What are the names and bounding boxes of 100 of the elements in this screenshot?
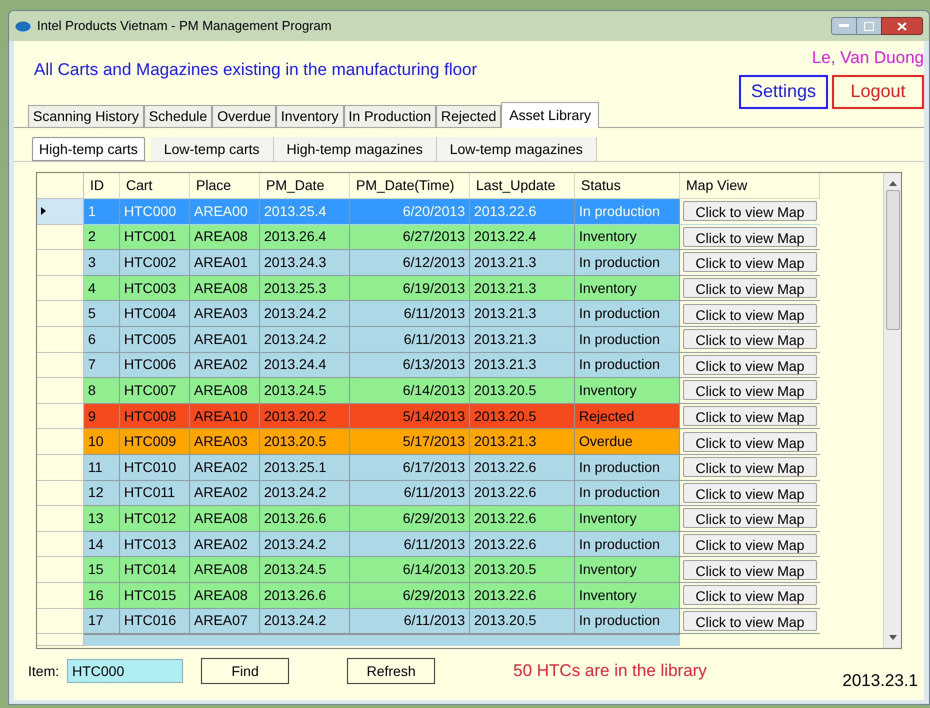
table-cell: In production: [575, 480, 680, 506]
row-header[interactable]: [37, 224, 84, 250]
tab[interactable]: Asset Library: [501, 102, 599, 128]
row-header[interactable]: [37, 506, 84, 532]
view-map-button[interactable]: Click to view Map: [683, 406, 817, 426]
table-cell: 2013.22.4: [470, 224, 575, 250]
table-cell: 2013.20.5: [470, 557, 575, 583]
view-map-button[interactable]: Click to view Map: [683, 201, 817, 222]
table-cell: HTC015: [120, 582, 190, 608]
row-header[interactable]: [37, 352, 84, 378]
view-map-button[interactable]: Click to view Map: [683, 534, 817, 554]
table-cell: HTC006: [120, 352, 190, 378]
view-map-button[interactable]: Click to view Map: [683, 560, 817, 580]
table-cell: 6/14/2013: [350, 378, 470, 404]
table-cell: 6/19/2013: [350, 276, 470, 302]
minimize-icon: [839, 24, 849, 28]
view-map-button[interactable]: Click to view Map: [683, 508, 817, 528]
view-map-button[interactable]: Click to view Map: [683, 354, 817, 375]
tab[interactable]: In Production: [344, 105, 436, 127]
table-cell: In production: [575, 250, 680, 276]
table-cell: 2013.24.2: [260, 480, 350, 506]
view-map-button[interactable]: Click to view Map: [683, 329, 817, 350]
view-map-button[interactable]: Click to view Map: [683, 278, 817, 298]
table-cell: 2013.24.2: [260, 532, 350, 558]
row-header[interactable]: [37, 250, 84, 276]
table-cell: 2013.20.5: [470, 404, 575, 430]
minimize-button[interactable]: [831, 17, 857, 35]
table-cell: 8: [84, 378, 120, 404]
table-cell: AREA02: [190, 454, 260, 481]
tab[interactable]: Inventory: [276, 105, 344, 127]
table-cell: 2013.24.2: [260, 326, 350, 353]
table-cell: 2013.21.3: [470, 301, 575, 327]
row-header[interactable]: [37, 582, 84, 608]
tab[interactable]: Overdue: [212, 105, 276, 127]
table-cell: 2013.20.5: [260, 429, 350, 455]
table-cell: In production: [575, 301, 680, 327]
view-map-button[interactable]: Click to view Map: [683, 380, 817, 400]
view-map-button[interactable]: Click to view Map: [683, 457, 817, 478]
tab[interactable]: Rejected: [436, 105, 502, 127]
tab[interactable]: Schedule: [144, 105, 212, 127]
sub-tab[interactable]: High-temp magazines: [274, 137, 437, 161]
tab[interactable]: Scanning History: [28, 105, 144, 127]
scroll-thumb[interactable]: [886, 190, 900, 330]
find-button[interactable]: Find: [201, 658, 290, 684]
table-cell: HTC000: [120, 199, 190, 225]
scroll-up-icon[interactable]: [888, 181, 896, 186]
table-cell: 2013.24.4: [260, 352, 350, 378]
app-icon: [15, 20, 31, 32]
table-cell: 6/12/2013: [350, 250, 470, 276]
table-cell: Inventory: [575, 276, 680, 302]
row-header[interactable]: [37, 608, 84, 634]
view-map-button[interactable]: Click to view Map: [683, 432, 817, 452]
row-header[interactable]: [37, 199, 84, 225]
row-header[interactable]: [37, 454, 84, 481]
summary-text: 50 HTCs are in the library: [513, 660, 707, 682]
table-cell: Inventory: [575, 378, 680, 404]
row-header[interactable]: [37, 532, 84, 558]
table-cell: In production: [575, 199, 680, 225]
table-cell: HTC004: [120, 301, 190, 327]
row-header[interactable]: [37, 301, 84, 327]
view-map-button[interactable]: Click to view Map: [683, 585, 817, 606]
row-header[interactable]: [37, 326, 84, 353]
row-header[interactable]: [37, 404, 84, 430]
table-cell: HTC012: [120, 506, 190, 532]
table-cell: 17: [84, 608, 120, 634]
settings-button[interactable]: Settings: [738, 74, 828, 108]
item-field[interactable]: HTC000: [67, 659, 184, 683]
table-cell: 1: [84, 199, 120, 225]
maximize-button[interactable]: [857, 17, 881, 35]
table-cell: 2013.22.6: [470, 480, 575, 506]
table-cell: 2013.25.1: [260, 454, 350, 481]
row-header[interactable]: [37, 429, 84, 455]
refresh-button[interactable]: Refresh: [347, 658, 436, 684]
table-cell: 6/11/2013: [350, 608, 470, 634]
view-map-button[interactable]: Click to view Map: [683, 482, 817, 503]
item-label: Item:: [28, 662, 60, 680]
table-cell: AREA03: [190, 429, 260, 455]
sub-tab[interactable]: Low-temp carts: [150, 137, 274, 161]
view-map-button[interactable]: Click to view Map: [683, 610, 817, 631]
sub-tab[interactable]: Low-temp magazines: [436, 137, 597, 161]
table-cell: AREA10: [190, 404, 260, 430]
table-cell: 4: [84, 276, 120, 302]
sub-tab[interactable]: High-temp carts: [32, 137, 145, 161]
view-map-button[interactable]: Click to view Map: [683, 226, 817, 247]
view-map-button[interactable]: Click to view Map: [683, 304, 817, 324]
row-header[interactable]: [37, 378, 84, 404]
row-header[interactable]: [37, 276, 84, 302]
table-cell: 2013.21.3: [470, 276, 575, 302]
logout-button[interactable]: Logout: [832, 74, 924, 108]
close-button[interactable]: [881, 17, 923, 35]
table-cell: Inventory: [575, 224, 680, 250]
row-header[interactable]: [37, 557, 84, 583]
view-map-button[interactable]: Click to view Map: [683, 252, 817, 272]
scroll-down-icon[interactable]: [888, 635, 896, 640]
table-cell: 6: [84, 326, 120, 353]
row-header[interactable]: [37, 634, 84, 646]
table-cell: 2013.24.5: [260, 378, 350, 404]
vertical-scrollbar[interactable]: [883, 173, 901, 648]
row-header[interactable]: [37, 480, 84, 506]
table-cell: HTC005: [120, 326, 190, 353]
